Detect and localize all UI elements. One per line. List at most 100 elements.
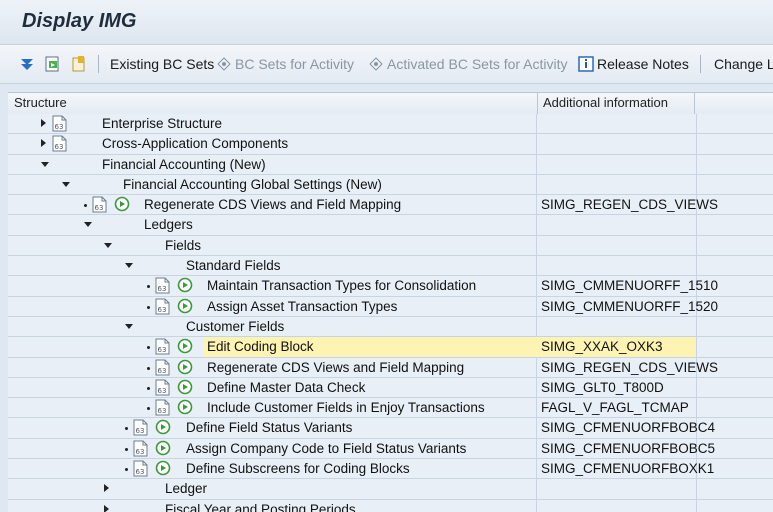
documentation-icon[interactable]: 63 [52, 115, 67, 132]
expand-arrow-icon[interactable] [104, 484, 109, 493]
tree-row[interactable]: 63 Cross-Application Components [8, 134, 773, 155]
tree-row[interactable]: Financial Accounting (New) [8, 154, 773, 175]
tree-row[interactable]: Fields [8, 235, 773, 257]
bc-sets-for-activity-button[interactable]: BC Sets for Activity [235, 45, 354, 83]
tree-row[interactable]: 63 Define Subscreens for Coding Blocks SIM… [8, 459, 773, 480]
documentation-icon[interactable]: 63 [52, 135, 67, 152]
additional-info-column-header[interactable]: Additional information [543, 95, 668, 110]
tree-row[interactable]: Ledgers [8, 215, 773, 236]
expand-all-icon[interactable] [18, 55, 36, 73]
execute-icon[interactable] [155, 419, 171, 435]
change-log-button[interactable]: Change Lo [714, 45, 773, 83]
documentation-icon[interactable]: 63 [155, 338, 170, 355]
tree-node-label[interactable]: Define Subscreens for Coding Blocks [186, 461, 410, 476]
tree-row[interactable]: Standard Fields [8, 256, 773, 277]
collapse-arrow-icon[interactable] [62, 181, 70, 187]
tree-node-label[interactable]: Maintain Transaction Types for Consolida… [207, 278, 476, 293]
documentation-icon[interactable]: 63 [133, 440, 148, 457]
documentation-icon[interactable]: 63 [155, 379, 170, 396]
tree-row[interactable]: 63 Edit Coding Block SIMG_XXAK_OXK3 [8, 337, 773, 358]
structure-cell[interactable]: Financial Accounting (New) [8, 154, 537, 174]
tree-row[interactable]: Financial Accounting Global Settings (Ne… [8, 174, 773, 196]
structure-cell[interactable]: Ledgers [8, 215, 537, 235]
tree-row[interactable]: 63 Enterprise Structure [8, 114, 773, 135]
structure-column-header[interactable]: Structure [14, 95, 67, 110]
structure-cell[interactable]: 63 Cross-Application Components [8, 134, 537, 154]
collapse-arrow-icon[interactable] [41, 161, 49, 167]
collapse-arrow-icon[interactable] [104, 242, 112, 248]
tree-node-label[interactable]: Financial Accounting (New) [102, 157, 266, 172]
tree-row[interactable]: 63 Include Customer Fields in Enjoy Trans… [8, 398, 773, 419]
tree-node-label[interactable]: Financial Accounting Global Settings (Ne… [123, 177, 382, 192]
tree-row[interactable]: Ledger [8, 479, 773, 500]
documentation-icon[interactable]: 63 [155, 298, 170, 315]
structure-cell[interactable]: Standard Fields [8, 256, 537, 276]
structure-cell[interactable]: 63 Enterprise Structure [8, 114, 537, 134]
structure-cell[interactable]: 63 Assign Company Code to Field Status Va… [8, 438, 537, 459]
expand-arrow-icon[interactable] [41, 119, 46, 127]
tree-node-label[interactable]: Ledger [165, 481, 207, 496]
tree-node-label[interactable]: Edit Coding Block [207, 339, 314, 354]
tree-node-label[interactable]: Define Field Status Variants [186, 420, 352, 435]
execute-icon[interactable] [155, 460, 171, 476]
expand-arrow-icon[interactable] [104, 504, 109, 512]
tree-node-label[interactable]: Regenerate CDS Views and Field Mapping [207, 360, 464, 375]
execute-icon[interactable] [177, 338, 193, 354]
tree-node-label[interactable]: Standard Fields [186, 258, 281, 273]
column-divider[interactable] [537, 93, 538, 114]
tree-node-label[interactable]: Include Customer Fields in Enjoy Transac… [207, 400, 485, 415]
structure-cell[interactable]: Fields [8, 235, 537, 256]
structure-cell[interactable]: Fiscal Year and Posting Periods [8, 499, 537, 512]
structure-cell[interactable]: 63 Edit Coding Block [8, 337, 537, 357]
documentation-icon[interactable]: 63 [133, 419, 148, 436]
collapse-arrow-icon[interactable] [125, 263, 133, 269]
documentation-icon[interactable]: 63 [92, 196, 107, 213]
tree-row[interactable]: 63 Assign Asset Transaction Types SIMG_CMM… [8, 296, 773, 317]
documentation-icon[interactable]: 63 [155, 277, 170, 294]
execute-icon[interactable] [177, 277, 193, 293]
find-icon[interactable] [44, 55, 62, 73]
tree-node-label[interactable]: Customer Fields [186, 319, 284, 334]
execute-icon[interactable] [177, 379, 193, 395]
structure-cell[interactable]: 63 Define Master Data Check [8, 377, 537, 398]
tree-node-label[interactable]: Define Master Data Check [207, 380, 365, 395]
tree-row[interactable]: Fiscal Year and Posting Periods [8, 499, 773, 512]
tree-node-label[interactable]: Fields [165, 238, 201, 253]
structure-cell[interactable]: Ledger [8, 479, 537, 499]
bookmark-icon[interactable] [70, 55, 88, 73]
tree-node-label[interactable]: Fiscal Year and Posting Periods [165, 502, 356, 512]
tree-row[interactable]: 63 Define Master Data Check SIMG_GLT0_T800… [8, 377, 773, 399]
tree-row[interactable]: 63 Regenerate CDS Views and Field Mapping… [8, 357, 773, 378]
structure-cell[interactable]: 63 Assign Asset Transaction Types [8, 296, 537, 316]
tree-row[interactable]: Customer Fields [8, 316, 773, 338]
activated-bc-sets-button[interactable]: Activated BC Sets for Activity [387, 45, 568, 83]
tree-row[interactable]: 63 Assign Company Code to Field Status Va… [8, 438, 773, 460]
structure-cell[interactable]: 63 Define Subscreens for Coding Blocks [8, 459, 537, 479]
tree-node-label[interactable]: Cross-Application Components [102, 136, 288, 151]
tree-row[interactable]: 63 Regenerate CDS Views and Field Mapping… [8, 195, 773, 216]
tree-node-label[interactable]: Regenerate CDS Views and Field Mapping [144, 197, 401, 212]
structure-cell[interactable]: 63 Regenerate CDS Views and Field Mapping [8, 195, 537, 215]
documentation-icon[interactable]: 63 [155, 359, 170, 376]
structure-cell[interactable]: 63 Maintain Transaction Types for Consoli… [8, 276, 537, 296]
execute-icon[interactable] [114, 196, 130, 212]
structure-cell[interactable]: 63 Define Field Status Variants [8, 418, 537, 438]
structure-cell[interactable]: Financial Accounting Global Settings (Ne… [8, 174, 537, 195]
collapse-arrow-icon[interactable] [84, 222, 92, 228]
documentation-icon[interactable]: 63 [155, 399, 170, 416]
execute-icon[interactable] [177, 399, 193, 415]
tree-node-label[interactable]: Assign Asset Transaction Types [207, 299, 397, 314]
release-notes-button[interactable]: Release Notes [597, 45, 689, 83]
execute-icon[interactable] [155, 440, 171, 456]
documentation-icon[interactable]: 63 [133, 460, 148, 477]
tree-node-label[interactable]: Assign Company Code to Field Status Vari… [186, 441, 466, 456]
tree-row[interactable]: 63 Define Field Status Variants SIMG_CFMEN… [8, 418, 773, 439]
structure-cell[interactable]: 63 Regenerate CDS Views and Field Mapping [8, 357, 537, 377]
tree-node-label[interactable]: Ledgers [144, 217, 193, 232]
execute-icon[interactable] [177, 298, 193, 314]
tree-node-label[interactable]: Enterprise Structure [102, 116, 222, 131]
collapse-arrow-icon[interactable] [125, 323, 133, 329]
existing-bc-sets-button[interactable]: Existing BC Sets [110, 45, 214, 83]
structure-cell[interactable]: 63 Include Customer Fields in Enjoy Trans… [8, 398, 537, 418]
execute-icon[interactable] [177, 359, 193, 375]
